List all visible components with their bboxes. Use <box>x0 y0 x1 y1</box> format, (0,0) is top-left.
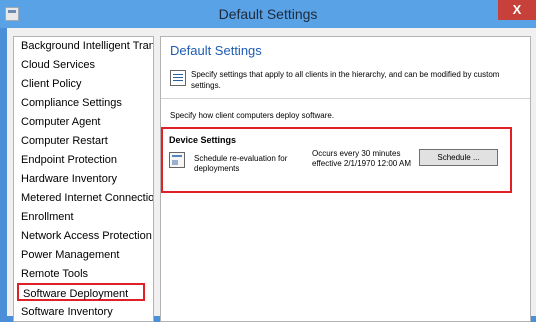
sidebar-item-computer-restart[interactable]: Computer Restart <box>21 132 108 150</box>
window-title: Default Settings <box>218 6 318 22</box>
title-bar: Default Settings X <box>0 0 536 28</box>
sidebar-item-compliance-settings[interactable]: Compliance Settings <box>21 94 122 112</box>
sidebar-item-enrollment[interactable]: Enrollment <box>21 208 74 226</box>
sidebar-item-hardware-inventory[interactable]: Hardware Inventory <box>21 170 117 188</box>
setting-value: Occurs every 30 minutes effective 2/1/19… <box>312 149 412 168</box>
section-title: Device Settings <box>169 135 237 145</box>
setting-label: Schedule re-evaluation for deployments <box>194 154 288 173</box>
sidebar-item-power-management[interactable]: Power Management <box>21 246 119 264</box>
divider <box>161 98 530 99</box>
sidebar-item-software-deployment[interactable]: Software Deployment <box>17 283 145 301</box>
schedule-icon <box>169 152 185 168</box>
sidebar-item-cloud-services[interactable]: Cloud Services <box>21 56 95 74</box>
settings-list-icon <box>170 70 186 86</box>
settings-category-list: Background Intelligent Tran Cloud Servic… <box>13 36 154 322</box>
sidebar-item-software-inventory[interactable]: Software Inventory <box>21 303 113 321</box>
sidebar-item-remote-tools[interactable]: Remote Tools <box>21 265 88 283</box>
sidebar-item-computer-agent[interactable]: Computer Agent <box>21 113 101 131</box>
sidebar-item-network-access-protection[interactable]: Network Access Protection <box>21 227 152 245</box>
deploy-description: Specify how client computers deploy soft… <box>170 111 335 120</box>
sidebar-item-client-policy[interactable]: Client Policy <box>21 75 82 93</box>
settings-panel: Default Settings Specify settings that a… <box>160 36 531 322</box>
schedule-button[interactable]: Schedule ... <box>419 149 498 166</box>
close-button[interactable]: X <box>498 0 536 20</box>
device-settings-section: Device Settings Schedule re-evaluation f… <box>161 127 512 193</box>
dialog-body: Background Intelligent Tran Cloud Servic… <box>7 28 536 322</box>
sidebar-item-metered-internet-connection[interactable]: Metered Internet Connectio <box>21 189 153 207</box>
settings-description: Specify settings that apply to all clien… <box>191 70 500 90</box>
sidebar-item-endpoint-protection[interactable]: Endpoint Protection <box>21 151 117 169</box>
sidebar-item-background-intelligent-transfer[interactable]: Background Intelligent Tran <box>21 37 153 55</box>
page-title: Default Settings <box>170 43 262 58</box>
